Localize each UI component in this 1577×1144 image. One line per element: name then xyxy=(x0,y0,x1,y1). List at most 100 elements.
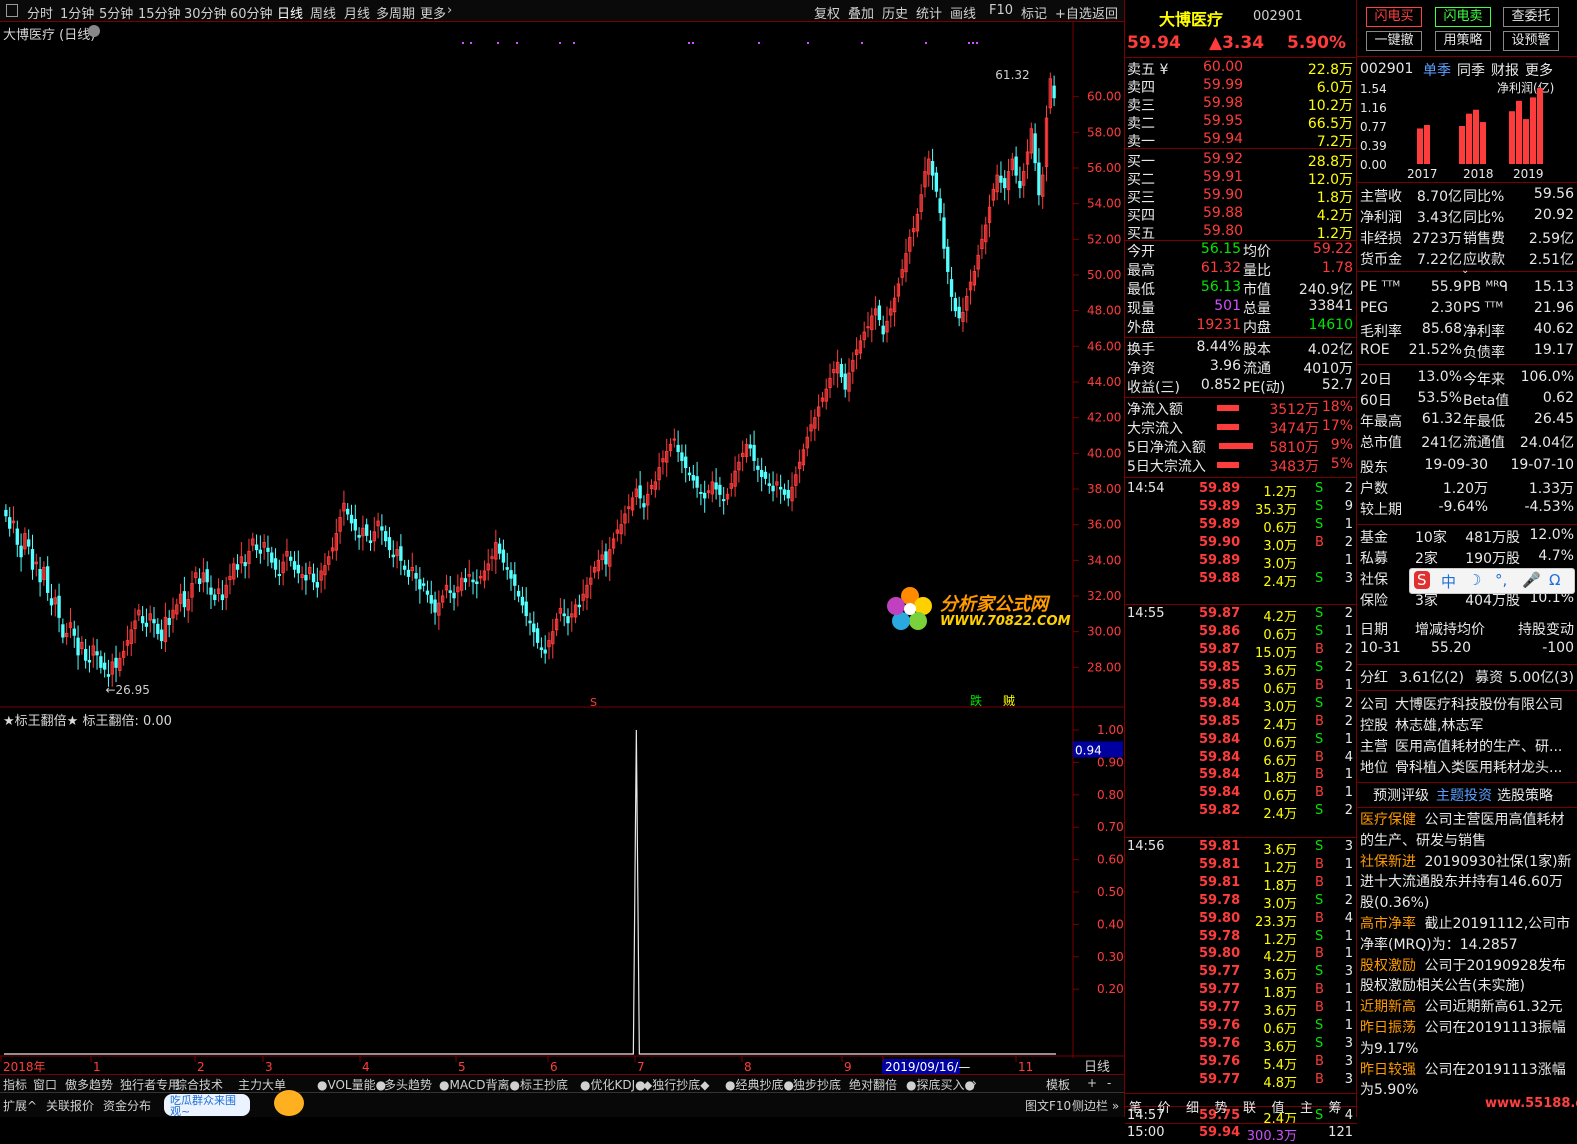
theme-tag[interactable]: 社保新进 xyxy=(1360,854,1420,870)
template-btn-2[interactable]: - xyxy=(1107,1076,1111,1090)
period-tab-8[interactable]: 月线 xyxy=(344,3,370,22)
chevron-right-icon[interactable]: › xyxy=(447,3,452,18)
panel-tab-1[interactable]: 价 xyxy=(1158,1097,1171,1116)
mascot-icon[interactable] xyxy=(274,1090,304,1116)
indicator-tab-11[interactable]: ◆独行抄底◆ xyxy=(643,1076,709,1093)
period-tab-4[interactable]: 30分钟 xyxy=(184,3,227,22)
tick-row[interactable]: 59.82 2.4万 S 2 xyxy=(1125,803,1357,822)
indicator-tab-2[interactable]: 傲多趋势 xyxy=(65,1076,113,1093)
tick-row[interactable]: 59.77 3.6万 S 3 xyxy=(1125,964,1357,983)
kline-svg[interactable]: 60.00 58.00 56.00 54.00 52.00 50.00 48.00 46.00… xyxy=(0,22,1124,1078)
menu-icon[interactable] xyxy=(6,4,18,17)
tick-row[interactable]: 59.84 0.6万 S 1 xyxy=(1125,732,1357,751)
bid-row[interactable]: 买五 59.80 1.2万 xyxy=(1125,223,1357,242)
indicator-tab-8[interactable]: ●MACD背离● xyxy=(439,1076,520,1093)
tick-row[interactable]: 59.84 0.6万 B 1 xyxy=(1125,785,1357,804)
tick-row[interactable]: 15:00 59.94 300.3万 121 xyxy=(1125,1125,1357,1144)
tick-row[interactable]: 14:56 59.81 3.6万 S 3 xyxy=(1125,839,1357,858)
tick-row[interactable]: 59.81 1.2万 B 1 xyxy=(1125,857,1357,876)
indicator-tab-9[interactable]: 标王抄底 xyxy=(520,1076,568,1093)
indicator-tab-12[interactable]: ●经典抄底● xyxy=(725,1076,794,1093)
tool-button-2[interactable]: 历史 xyxy=(882,3,908,22)
tick-row[interactable]: 59.76 0.6万 S 1 xyxy=(1125,1018,1357,1037)
ime-toolbar[interactable]: S 中 ☽ °, 🎤 Ω xyxy=(1409,568,1575,594)
period-tab-6[interactable]: 日线 xyxy=(277,3,303,22)
template-btn-1[interactable]: + xyxy=(1087,1076,1097,1090)
period-tab-3[interactable]: 15分钟 xyxy=(138,3,181,22)
cancel-all-button[interactable]: 一键撤 xyxy=(1366,31,1422,51)
panel-tab-6[interactable]: 主 xyxy=(1300,1097,1313,1116)
template-btn-0[interactable]: 模板 xyxy=(1046,1076,1070,1093)
theme-tag[interactable]: 昨日振荡 xyxy=(1360,1020,1420,1036)
tick-row[interactable]: 59.80 4.2万 B 1 xyxy=(1125,946,1357,965)
tabs-next-icon[interactable]: › xyxy=(972,1076,977,1090)
indicator-tab-3[interactable]: 独行者专用 xyxy=(120,1076,180,1093)
tick-row[interactable]: 59.78 3.0万 S 2 xyxy=(1125,893,1357,912)
promo-bubble[interactable]: 吃瓜群众来围观~ xyxy=(164,1094,250,1117)
fin-link-2[interactable]: 选股策略 xyxy=(1497,785,1553,805)
query-orders-button[interactable]: 查委托 xyxy=(1503,7,1559,27)
theme-tag[interactable]: 股权激励 xyxy=(1360,958,1420,974)
indicator-tab-0[interactable]: 指标 xyxy=(3,1076,27,1093)
panel-tab-4[interactable]: 联 xyxy=(1243,1097,1256,1116)
panel-tab-3[interactable]: 势 xyxy=(1215,1097,1228,1116)
tick-row[interactable]: 59.89 3.0万 1 xyxy=(1125,553,1357,572)
bid-row[interactable]: 买四 59.88 4.2万 xyxy=(1125,205,1357,224)
ask-row[interactable]: 卖一 59.94 7.2万 xyxy=(1125,131,1357,150)
tick-row[interactable]: 59.81 1.8万 B 1 xyxy=(1125,875,1357,894)
theme-tag[interactable]: 医疗保健 xyxy=(1360,812,1420,828)
tick-row[interactable]: 59.86 0.6万 S 1 xyxy=(1125,624,1357,643)
tick-row[interactable]: 59.84 1.8万 B 1 xyxy=(1125,767,1357,786)
tool-button-8[interactable]: 返回 xyxy=(1092,3,1118,22)
period-tab-1[interactable]: 1分钟 xyxy=(60,3,94,22)
period-tab-2[interactable]: 5分钟 xyxy=(99,3,133,22)
panel-tab-7[interactable]: 筹 xyxy=(1329,1097,1342,1116)
theme-tag[interactable]: 昨日较强 xyxy=(1360,1062,1420,1078)
bid-row[interactable]: 买一 59.92 28.8万 xyxy=(1125,151,1357,170)
fin-link-1[interactable]: 主题投资 xyxy=(1436,785,1492,805)
tick-row[interactable]: 59.87 15.0万 B 2 xyxy=(1125,642,1357,661)
kline-chart-area[interactable]: 60.00 58.00 56.00 54.00 52.00 50.00 48.00 46.00… xyxy=(0,22,1124,1078)
indicator-tab-15[interactable]: ●探底买入● xyxy=(906,1076,975,1093)
indicator-tab-7[interactable]: 多头趋势 xyxy=(384,1076,432,1093)
tick-row[interactable]: 59.85 2.4万 B 2 xyxy=(1125,714,1357,733)
tick-row[interactable]: 59.80 23.3万 B 4 xyxy=(1125,911,1357,930)
fin-tab-2[interactable]: 财报 xyxy=(1491,60,1519,80)
period-tab-0[interactable]: 分时 xyxy=(27,3,53,22)
tick-row[interactable]: 14:54 59.89 1.2万 S 2 xyxy=(1125,481,1357,500)
tick-row[interactable]: 59.84 3.0万 S 2 xyxy=(1125,696,1357,715)
indicator-tab-1[interactable]: 窗口 xyxy=(33,1076,57,1093)
period-tab-9[interactable]: 多周期 xyxy=(376,3,415,22)
ime-logo-icon[interactable]: S xyxy=(1414,571,1430,589)
ask-row[interactable]: 卖二 59.95 66.5万 xyxy=(1125,113,1357,132)
tool-button-3[interactable]: 统计 xyxy=(916,3,942,22)
tick-row[interactable]: 59.89 35.3万 S 9 xyxy=(1125,499,1357,518)
tool-button-6[interactable]: 标记 xyxy=(1021,3,1047,22)
tool-button-1[interactable]: 叠加 xyxy=(848,3,874,22)
period-tab-10[interactable]: 更多 xyxy=(420,3,446,22)
sidebar-toggle[interactable]: 侧边栏 » xyxy=(1072,1097,1119,1114)
tick-row[interactable]: 59.78 1.2万 S 1 xyxy=(1125,929,1357,948)
flash-sell-button[interactable]: 闪电卖 xyxy=(1435,7,1491,27)
theme-tag[interactable]: 高市净率 xyxy=(1360,916,1420,932)
tick-row[interactable]: 59.89 0.6万 S 1 xyxy=(1125,517,1357,536)
tick-row[interactable]: 59.84 6.6万 B 4 xyxy=(1125,750,1357,769)
ask-row[interactable]: 卖五 ¥ 60.00 22.8万 xyxy=(1125,59,1357,78)
period-tab-7[interactable]: 周线 xyxy=(310,3,336,22)
tool-button-0[interactable]: 复权 xyxy=(814,3,840,22)
status-item-2[interactable]: 资金分布 xyxy=(103,1097,151,1114)
ime-punct-icon[interactable]: °, xyxy=(1495,571,1507,589)
bid-row[interactable]: 买三 59.90 1.8万 xyxy=(1125,187,1357,206)
tick-row[interactable]: 59.76 5.4万 B 3 xyxy=(1125,1054,1357,1073)
indicator-tab-14[interactable]: 绝对翻倍 xyxy=(849,1076,897,1093)
fin-tab-1[interactable]: 同季 xyxy=(1457,60,1485,80)
panel-tab-5[interactable]: 值 xyxy=(1272,1097,1285,1116)
ask-row[interactable]: 卖三 59.98 10.2万 xyxy=(1125,95,1357,114)
fin-tab-0[interactable]: 单季 xyxy=(1423,60,1451,80)
fin-tab-3[interactable]: 更多 xyxy=(1525,60,1553,80)
tool-button-7[interactable]: +自选 xyxy=(1055,3,1092,22)
panel-tab-2[interactable]: 细 xyxy=(1186,1097,1199,1116)
settings-dot-icon[interactable] xyxy=(88,25,100,37)
tool-button-4[interactable]: 画线 xyxy=(950,3,976,22)
indicator-tab-5[interactable]: 主力大单 xyxy=(238,1076,286,1093)
